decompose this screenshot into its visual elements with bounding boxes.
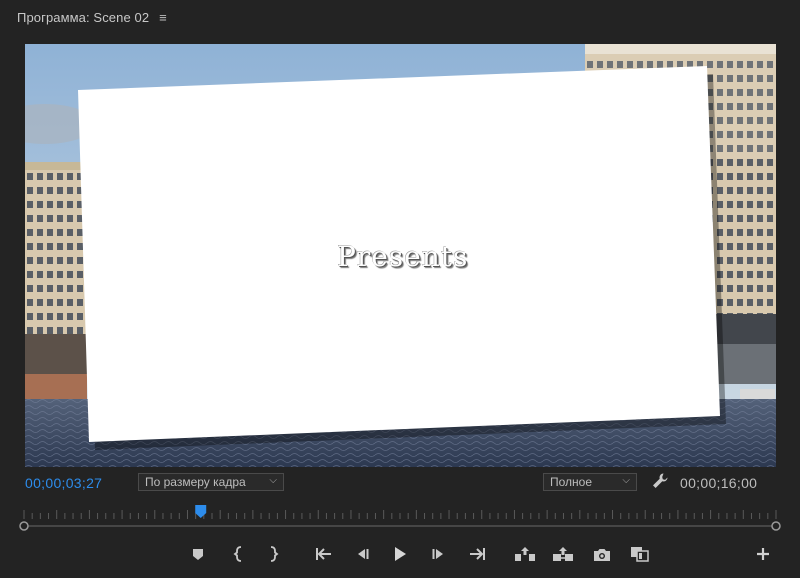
duration-timecode: 00;00;16;00 bbox=[680, 475, 758, 491]
go-to-in-icon[interactable] bbox=[311, 542, 337, 566]
program-monitor-viewer[interactable]: Presents bbox=[25, 44, 776, 467]
zoom-level-dropdown[interactable]: По размеру кадра ⌵ bbox=[138, 473, 284, 491]
mark-in-icon[interactable] bbox=[226, 542, 252, 566]
play-icon[interactable] bbox=[387, 542, 413, 566]
out-point-handle[interactable] bbox=[771, 521, 781, 531]
hamburger-icon[interactable]: ≡ bbox=[159, 10, 167, 25]
extract-icon[interactable] bbox=[550, 542, 576, 566]
add-button-icon[interactable] bbox=[750, 542, 776, 566]
mark-out-icon[interactable] bbox=[260, 542, 286, 566]
comparison-view-icon[interactable] bbox=[627, 542, 653, 566]
zoom-level-value: По размеру кадра bbox=[145, 475, 246, 489]
time-ruler[interactable] bbox=[0, 500, 800, 536]
export-frame-icon[interactable] bbox=[589, 542, 615, 566]
video-frame bbox=[25, 44, 776, 467]
chevron-down-icon: ⌵ bbox=[269, 475, 277, 486]
title-card bbox=[78, 66, 720, 442]
go-to-out-icon[interactable] bbox=[464, 542, 490, 566]
playback-resolution-value: Полное bbox=[550, 475, 593, 489]
lift-icon[interactable] bbox=[512, 542, 538, 566]
wrench-icon[interactable] bbox=[651, 472, 669, 490]
panel-header: Программа: Scene 02 ≡ bbox=[0, 0, 800, 34]
chevron-down-icon: ⌵ bbox=[622, 475, 630, 486]
step-back-icon[interactable] bbox=[349, 542, 375, 566]
step-forward-icon[interactable] bbox=[426, 542, 452, 566]
current-timecode[interactable]: 00;00;03;27 bbox=[25, 475, 102, 491]
playhead[interactable] bbox=[195, 505, 207, 518]
ruler-ticks bbox=[23, 510, 777, 519]
viewer-controls-row: 00;00;03;27 По размеру кадра ⌵ Полное ⌵ … bbox=[0, 470, 800, 496]
playback-resolution-dropdown[interactable]: Полное ⌵ bbox=[543, 473, 637, 491]
transport-controls bbox=[0, 538, 800, 570]
in-point-handle[interactable] bbox=[19, 521, 29, 531]
panel-title[interactable]: Программа: Scene 02 bbox=[17, 10, 149, 25]
add-marker-icon[interactable] bbox=[185, 542, 211, 566]
